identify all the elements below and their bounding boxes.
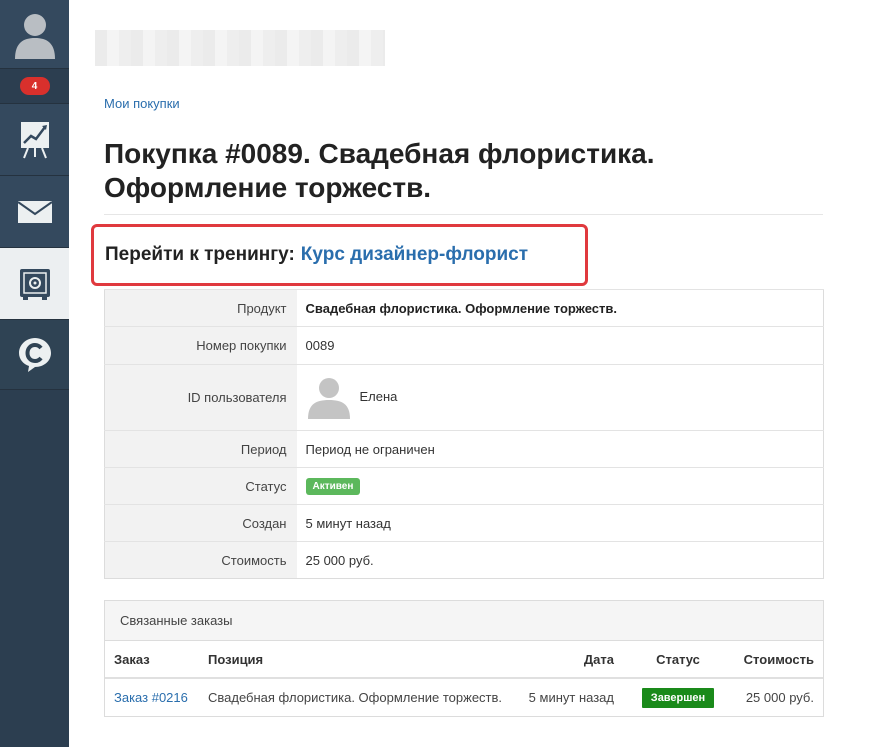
sidebar: 4 <box>0 0 69 747</box>
info-row-created: Создан 5 минут назад <box>104 504 824 542</box>
chat-logo-icon <box>18 337 51 372</box>
user-label: ID пользователя <box>104 364 297 431</box>
goto-training-box: Перейти к тренингу: Курс дизайнер-флорис… <box>91 224 588 286</box>
notifications[interactable]: 4 <box>0 69 69 104</box>
user-icon <box>14 14 55 59</box>
order-link[interactable]: Заказ #0216 <box>114 690 188 705</box>
order-position: Свадебная флористика. Оформление торжест… <box>208 690 503 705</box>
created-label: Создан <box>104 504 297 542</box>
chart-board-icon <box>20 121 49 158</box>
order-status-badge: Завершен <box>641 687 715 708</box>
page-title: Покупка #0089. Свадебная флористика. Офо… <box>104 138 655 203</box>
col-status: Статус <box>623 641 733 679</box>
period-value: Период не ограничен <box>296 430 824 468</box>
order-date: 5 минут назад <box>528 690 614 705</box>
related-orders-table: Заказ Позиция Дата Статус Стоимость Зака… <box>105 641 823 716</box>
sidebar-item-statistics[interactable] <box>0 104 69 176</box>
info-row-period: Период Период не ограничен <box>104 430 824 468</box>
cost-value: 25 000 руб. <box>296 541 824 579</box>
related-orders-panel: Связанные заказы Заказ Позиция Дата Стат… <box>104 600 824 717</box>
table-header-row: Заказ Позиция Дата Статус Стоимость <box>105 641 823 679</box>
info-row-cost: Стоимость 25 000 руб. <box>104 541 824 579</box>
training-link[interactable]: Курс дизайнер-флорист <box>301 244 528 266</box>
status-label: Статус <box>104 467 297 505</box>
period-label: Период <box>104 430 297 468</box>
envelope-icon <box>17 200 52 223</box>
purchase-info-table: Продукт Свадебная флористика. Оформление… <box>104 289 824 579</box>
user-info[interactable]: Елена <box>306 373 398 419</box>
sidebar-item-messages[interactable] <box>0 176 69 248</box>
order-cost: 25 000 руб. <box>745 690 814 705</box>
info-row-product: Продукт Свадебная флористика. Оформление… <box>104 289 824 327</box>
divider <box>104 214 823 215</box>
safe-icon <box>19 268 50 300</box>
col-order: Заказ <box>105 641 199 679</box>
sidebar-item-purchases[interactable] <box>0 248 69 320</box>
info-row-number: Номер покупки 0089 <box>104 326 824 365</box>
col-position: Позиция <box>199 641 518 679</box>
cost-label: Стоимость <box>104 541 297 579</box>
table-row: Заказ #0216 Свадебная флористика. Оформл… <box>105 678 823 716</box>
product-label: Продукт <box>104 289 297 327</box>
info-row-status: Статус Активен <box>104 467 824 505</box>
breadcrumb-my-purchases[interactable]: Мои покупки <box>104 96 180 111</box>
user-name: Елена <box>359 388 398 404</box>
main-content: Мои покупки Покупка #0089. Свадебная фло… <box>69 0 887 747</box>
notification-badge[interactable]: 4 <box>19 77 50 95</box>
col-cost: Стоимость <box>733 641 823 679</box>
product-value: Свадебная флористика. Оформление торжест… <box>296 289 824 327</box>
goto-training-label: Перейти к тренингу: <box>105 244 295 265</box>
sidebar-item-chat[interactable] <box>0 320 69 390</box>
col-date: Дата <box>518 641 623 679</box>
status-badge: Активен <box>305 478 361 495</box>
related-orders-heading: Связанные заказы <box>105 601 823 641</box>
number-label: Номер покупки <box>104 326 297 365</box>
user-avatar[interactable] <box>0 0 69 69</box>
created-value: 5 минут назад <box>296 504 824 542</box>
user-avatar-icon <box>307 378 350 419</box>
info-row-user: ID пользователя Елена <box>104 364 824 431</box>
blurred-school-name <box>95 30 385 66</box>
number-value: 0089 <box>296 326 824 365</box>
